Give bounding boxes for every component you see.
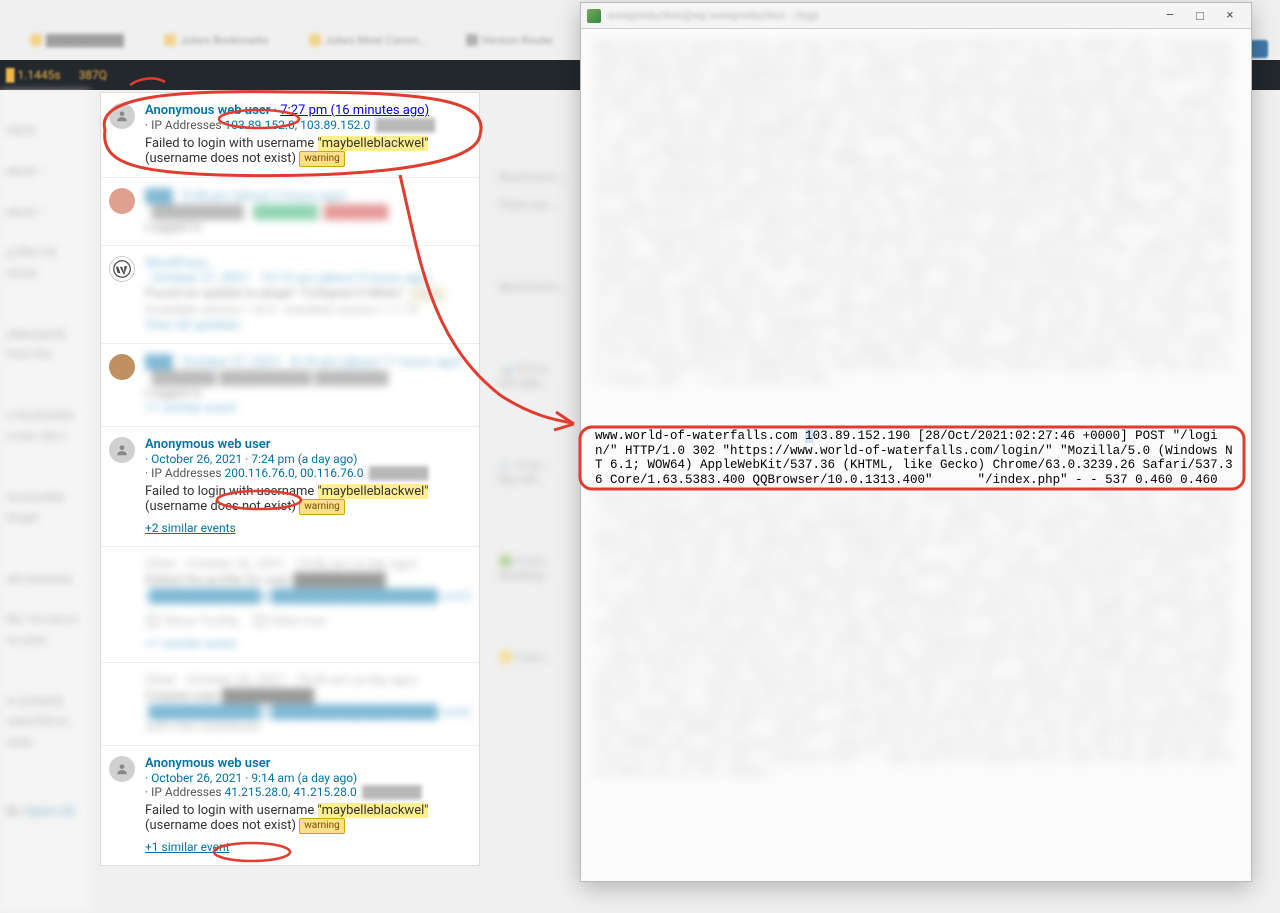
log-line-highlighted: www.world-of-waterfalls.com 103.89.152.1… xyxy=(595,429,1237,487)
log-window: wowproduction@wp.wowproduction · /logs –… xyxy=(580,2,1252,882)
anonymous-avatar-icon xyxy=(109,756,135,782)
user-avatar-icon xyxy=(109,354,135,380)
wordpress-avatar-icon xyxy=(109,256,135,282)
feed-date[interactable]: · October 26, 2021 · 9:14 am (a day ago) xyxy=(145,771,357,785)
feed-item-blurred: Other · October 26, 2021 · 10:46 am (a d… xyxy=(101,663,479,746)
log-window-titlebar[interactable]: wowproduction@wp.wowproduction · /logs –… xyxy=(581,3,1251,29)
activity-feed: Anonymous web user · 7:27 pm (16 minutes… xyxy=(100,92,480,866)
feed-user: Anonymous web user xyxy=(145,756,270,771)
left-sidebar: eland eland – eland – g filter formmer y… xyxy=(0,90,90,910)
window-max-button[interactable]: □ xyxy=(1185,8,1215,24)
ip-link[interactable]: 103.89.152.0 xyxy=(225,118,295,132)
log-window-title: wowproduction@wp.wowproduction · /logs xyxy=(607,9,819,22)
username-highlight: "maybelleblackwel" xyxy=(318,803,429,818)
terminal-favicon-icon xyxy=(587,9,601,23)
feed-item-blurred: Other · October 26, 2021 · 10:46 am (a d… xyxy=(101,547,479,663)
feed-item-blurred: ███ · October 27, 2021 · 8:18 am (about … xyxy=(101,344,479,427)
username-highlight: "maybelleblackwel" xyxy=(318,484,429,499)
ip-link-2[interactable]: 103.89.152.0 xyxy=(300,118,370,132)
right-summary-column: WooComm…There are … WooComm… 📊 $10.0…net… xyxy=(498,170,580,732)
spam-link[interactable]: Spam (4) xyxy=(26,804,75,818)
warning-tag: warning xyxy=(299,818,344,834)
feed-item: Anonymous web user · October 26, 2021 · … xyxy=(101,427,479,547)
feed-item: Anonymous web user · October 26, 2021 · … xyxy=(101,746,479,865)
window-close-button[interactable]: × xyxy=(1215,8,1245,23)
feed-item-blurred: ███ · 5:38 pm (about 2 hours ago) · ████… xyxy=(101,178,479,246)
ip-link-2[interactable]: 41.215.28.0 xyxy=(293,785,356,799)
similar-events-link[interactable]: +1 similar event xyxy=(145,840,230,854)
feed-item-blurred: WordPress· October 27, 2021 · 10:15 am (… xyxy=(101,246,479,344)
ip-link-2[interactable]: 00.116.76.0 xyxy=(300,466,363,480)
feed-user: Anonymous web user xyxy=(145,437,270,452)
anonymous-avatar-icon xyxy=(109,437,135,463)
log-body[interactable]: www.world-of-waterfalls.com 98.176.167.1… xyxy=(581,29,1251,881)
ip-link[interactable]: 41.215.28.0 xyxy=(225,785,288,799)
user-avatar-icon xyxy=(109,188,135,214)
feed-item: Anonymous web user · 7:27 pm (16 minutes… xyxy=(101,93,479,178)
warning-tag: warning xyxy=(299,151,344,167)
warning-tag: warning xyxy=(299,499,344,515)
log-ip-selection: 1 xyxy=(805,429,813,443)
feed-date[interactable]: · October 26, 2021 · 7:24 pm (a day ago) xyxy=(145,452,357,466)
username-highlight: "maybelleblackwel" xyxy=(318,136,429,151)
similar-events-link[interactable]: +2 similar events xyxy=(145,521,236,535)
anonymous-avatar-icon xyxy=(109,103,135,129)
feed-user: Anonymous web user xyxy=(145,103,270,118)
feed-time[interactable]: 7:27 pm (16 minutes ago) xyxy=(280,103,429,118)
window-min-button[interactable]: – xyxy=(1155,8,1185,23)
top-right-icons xyxy=(1250,40,1268,58)
ip-link[interactable]: 200.116.76.0 xyxy=(225,466,295,480)
